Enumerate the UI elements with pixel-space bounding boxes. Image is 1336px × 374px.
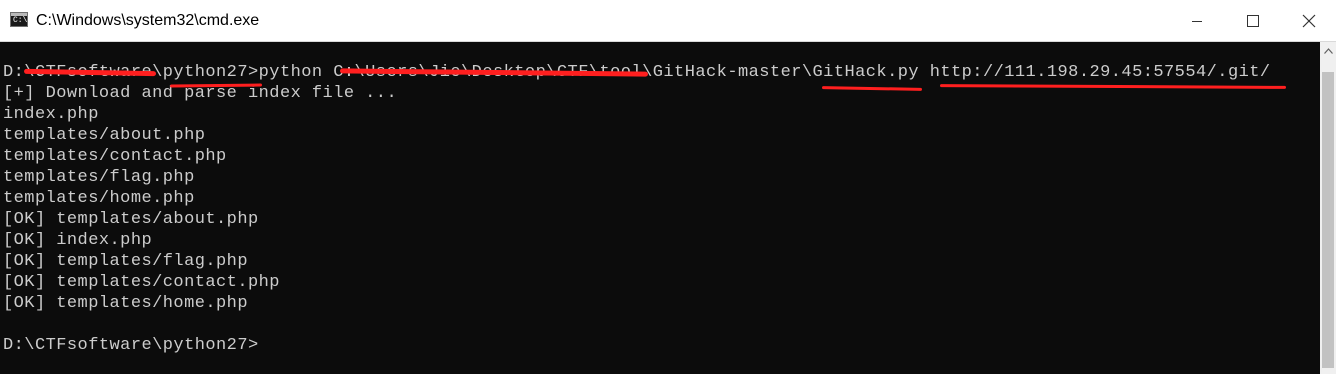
- output-line: templates/about.php: [3, 126, 206, 145]
- minimize-icon: [1192, 20, 1202, 22]
- cmd-window: C:\ C:\Windows\system32\cmd.exe D:\CTFso…: [0, 0, 1336, 374]
- scroll-up-button[interactable]: [1320, 42, 1336, 59]
- output-line: templates/flag.php: [3, 168, 195, 187]
- cmd-icon: C:\: [10, 12, 28, 27]
- output-line: [OK] templates/home.php: [3, 294, 248, 313]
- title-bar[interactable]: C:\ C:\Windows\system32\cmd.exe: [0, 0, 1336, 42]
- close-button[interactable]: [1286, 0, 1332, 41]
- console-output[interactable]: D:\CTFsoftware\python27>python C:\Users\…: [0, 42, 1320, 374]
- underline-annotation: [939, 84, 1287, 89]
- output-line: [OK] templates/about.php: [3, 210, 259, 229]
- output-line: index.php: [3, 105, 99, 124]
- chevron-up-icon: [1323, 47, 1333, 54]
- scroll-thumb[interactable]: [1322, 72, 1334, 368]
- close-icon: [1302, 14, 1316, 27]
- window-title: C:\Windows\system32\cmd.exe: [36, 12, 260, 29]
- output-line: templates/contact.php: [3, 147, 227, 166]
- current-prompt: D:\CTFsoftware\python27>: [3, 336, 259, 355]
- output-line: [OK] index.php: [3, 231, 153, 250]
- minimize-button[interactable]: [1174, 0, 1220, 41]
- vertical-scrollbar[interactable]: [1320, 42, 1336, 374]
- underline-annotation: [821, 86, 923, 91]
- maximize-icon: [1247, 14, 1259, 27]
- output-line: [OK] templates/flag.php: [3, 252, 248, 271]
- output-line: [OK] templates/contact.php: [3, 273, 280, 292]
- maximize-button[interactable]: [1230, 0, 1276, 41]
- output-line: templates/home.php: [3, 189, 195, 208]
